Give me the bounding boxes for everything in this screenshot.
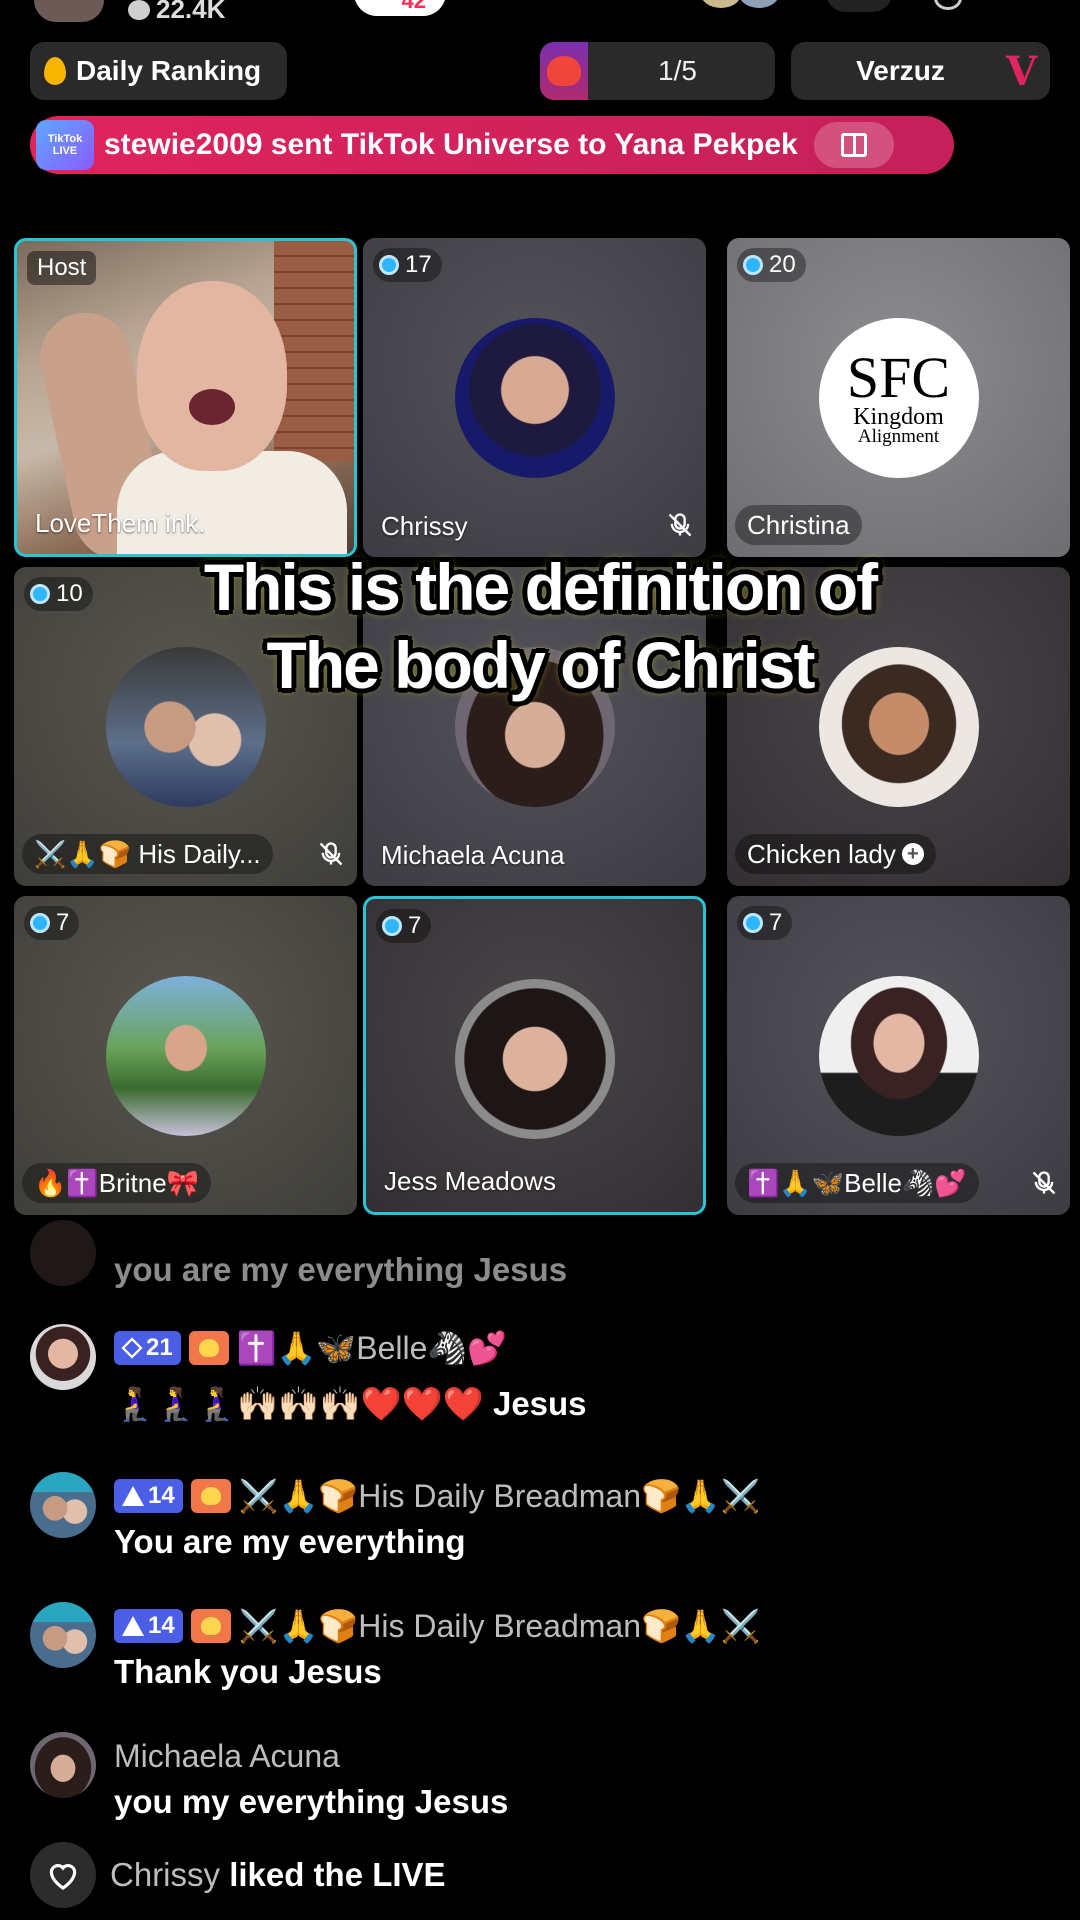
host-mouth bbox=[189, 389, 235, 425]
guest-tile-jess[interactable]: 7 Jess Meadows bbox=[363, 896, 706, 1215]
guest-tile-chrissy[interactable]: 17 Chrissy bbox=[363, 238, 706, 557]
host-face bbox=[137, 281, 287, 471]
avatar[interactable] bbox=[30, 1602, 96, 1668]
follow-pill[interactable]: 42 bbox=[354, 0, 446, 16]
avatar[interactable] bbox=[30, 1472, 96, 1538]
heart-badge-icon bbox=[540, 42, 588, 100]
fan-heart-icon bbox=[190, 1479, 231, 1513]
mute-mic-icon bbox=[317, 840, 345, 868]
verzuz-button[interactable]: Verzuz V bbox=[791, 42, 1050, 100]
guest-name-pill: Chicken lady + bbox=[735, 834, 936, 874]
gift-banner-text: stewie2009 sent TikTok Universe to Yana … bbox=[104, 128, 798, 161]
battle-progress-button[interactable]: 1/5 bbox=[540, 42, 775, 100]
viewer-count: 22.4K bbox=[128, 0, 225, 25]
avatar[interactable] bbox=[30, 1324, 96, 1390]
level-badge: 21 bbox=[114, 1331, 181, 1365]
chat-username[interactable]: ⚔️🙏🍞His Daily Breadman🍞🙏⚔️ bbox=[239, 1607, 761, 1645]
guest-name: Michaela Acuna bbox=[381, 840, 565, 870]
viewer-avatar bbox=[736, 0, 782, 10]
chat-message-text: you are my everything Jesus bbox=[114, 1251, 568, 1288]
liked-text: liked the LIVE bbox=[229, 1856, 446, 1893]
viewer-count-label: 22.4K bbox=[156, 0, 226, 24]
sfc-logo-avatar: SFC Kingdom Alignment bbox=[818, 318, 979, 478]
avatar bbox=[454, 318, 615, 478]
score-gem-icon bbox=[743, 913, 763, 933]
avatar bbox=[105, 976, 266, 1136]
liked-username[interactable]: Chrissy bbox=[110, 1856, 220, 1893]
top-status-strip: 22.4K 42 bbox=[0, 0, 1080, 30]
caption-line: The body of Christ bbox=[266, 628, 816, 702]
verzuz-logo-icon: V bbox=[1006, 48, 1038, 95]
chat-message-text: you my everything Jesus bbox=[114, 1783, 509, 1820]
avatar[interactable] bbox=[30, 1220, 96, 1286]
guest-name: Christina bbox=[735, 505, 862, 545]
diamond-level-icon bbox=[121, 1337, 143, 1359]
gift-icon[interactable] bbox=[813, 122, 894, 168]
more-icon[interactable] bbox=[934, 0, 962, 10]
chat-message-text: Thank you Jesus bbox=[114, 1653, 382, 1690]
pill-value: 42 bbox=[401, 0, 426, 13]
score-gem-icon bbox=[30, 913, 50, 933]
chat-message-text: You are my everything bbox=[114, 1523, 466, 1560]
host-name: LoveThem ink. bbox=[35, 508, 206, 538]
guest-tile-christina[interactable]: 20 SFC Kingdom Alignment Christina bbox=[727, 238, 1070, 557]
score-gem-icon bbox=[379, 255, 399, 275]
score-gem-icon bbox=[382, 916, 402, 936]
tiktok-live-logo: TikTok LIVE bbox=[36, 120, 94, 170]
plus-icon[interactable]: + bbox=[901, 843, 924, 865]
score-gem-icon bbox=[743, 255, 763, 275]
host-video-tile[interactable]: Host LoveThem ink. bbox=[14, 238, 357, 557]
mute-mic-icon bbox=[666, 511, 694, 539]
chat-username[interactable]: ✝️🙏🦋Belle🦓💕 bbox=[237, 1329, 507, 1367]
guest-score-badge: 20 bbox=[737, 248, 806, 282]
avatar[interactable] bbox=[30, 1732, 96, 1798]
daily-ranking-button[interactable]: Daily Ranking bbox=[30, 42, 287, 100]
viewer-avatar bbox=[698, 0, 744, 10]
gift-banner[interactable]: TikTok LIVE stewie2009 sent TikTok Unive… bbox=[30, 116, 954, 174]
avatar bbox=[818, 976, 979, 1136]
fan-heart-icon bbox=[190, 1609, 231, 1643]
battle-progress-label: 1/5 bbox=[658, 55, 697, 86]
caption-line: This is the definition of bbox=[203, 550, 878, 624]
guest-tile-belle[interactable]: 7 ✝️🙏🦋Belle🦓💕 bbox=[727, 896, 1070, 1215]
level-badge: 14 bbox=[114, 1479, 183, 1513]
guest-name: ✝️🙏🦋Belle🦓💕 bbox=[735, 1163, 979, 1203]
triangle-level-icon bbox=[122, 1486, 144, 1506]
verzuz-label: Verzuz bbox=[856, 55, 945, 86]
host-label: Host bbox=[27, 251, 97, 285]
guest-name: ⚔️🙏🍞 His Daily... bbox=[22, 834, 273, 874]
guest-score-badge: 7 bbox=[24, 906, 80, 940]
heart-icon bbox=[128, 0, 150, 20]
heart-icon bbox=[30, 1842, 96, 1908]
brick-wall bbox=[274, 241, 354, 461]
triangle-level-icon bbox=[122, 1616, 144, 1636]
guest-name: 🔥✝️Britne🎀 bbox=[22, 1163, 212, 1203]
top-viewers-avatars[interactable] bbox=[698, 0, 782, 10]
chat-message-text: 🧎‍♀️🧎‍♀️🧎‍♀️🙌🏻🙌🏻🙌🏻❤️❤️❤️ Jesus bbox=[114, 1385, 587, 1422]
viewer-count-pill[interactable] bbox=[826, 0, 892, 12]
fan-heart-icon bbox=[188, 1331, 229, 1365]
guest-score-badge: 7 bbox=[376, 909, 432, 943]
guest-score-badge: 17 bbox=[373, 248, 442, 282]
guest-score-badge: 7 bbox=[737, 906, 793, 940]
video-caption: This is the definition of The body of Ch… bbox=[0, 548, 1080, 704]
guest-name: Jess Meadows bbox=[384, 1166, 556, 1196]
guest-name: Chrissy bbox=[381, 511, 468, 541]
fire-icon bbox=[44, 57, 66, 85]
mute-mic-icon bbox=[1030, 1169, 1058, 1197]
chat-username[interactable]: Michaela Acuna bbox=[114, 1738, 340, 1775]
daily-ranking-label: Daily Ranking bbox=[76, 55, 262, 86]
guest-name: Chicken lady bbox=[747, 839, 896, 869]
guest-tile-britne[interactable]: 7 🔥✝️Britne🎀 bbox=[14, 896, 357, 1215]
level-badge: 14 bbox=[114, 1609, 183, 1643]
host-avatar[interactable] bbox=[34, 0, 104, 22]
avatar bbox=[454, 979, 615, 1139]
liked-notification: Chrissy liked the LIVE bbox=[30, 1842, 446, 1908]
chat-username[interactable]: ⚔️🙏🍞His Daily Breadman🍞🙏⚔️ bbox=[239, 1477, 761, 1515]
